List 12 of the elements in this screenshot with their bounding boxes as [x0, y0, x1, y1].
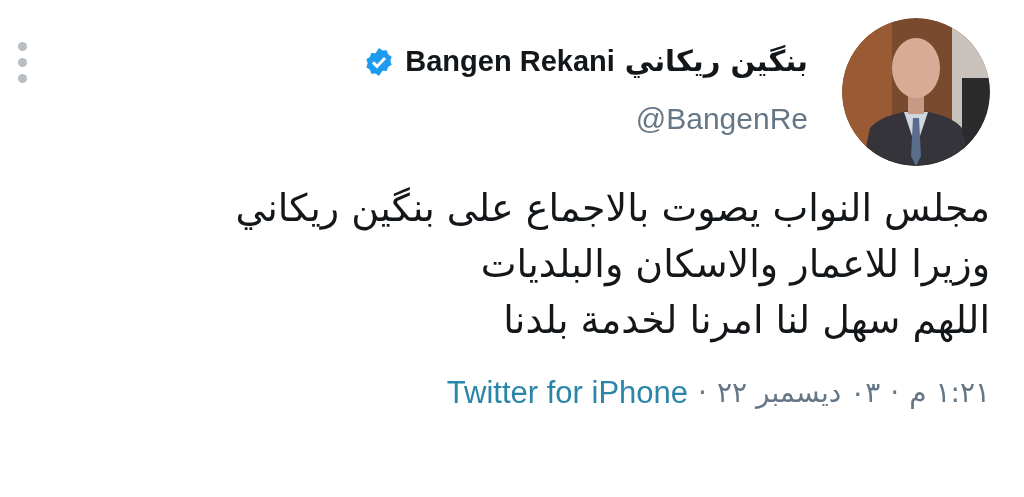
tweet-text: اللهم سهل لنا امرنا لخدمة بلدنا — [502, 297, 990, 345]
separator-dot: · — [698, 375, 707, 412]
tweet-time: ١:٢١ م — [909, 375, 990, 412]
tweet-text: وزيرا للاعمار والاسكان والبلديات — [479, 241, 990, 289]
source-link[interactable]: Twitter for iPhone — [446, 370, 689, 417]
author-name-latin: Bangen Rekani — [405, 44, 615, 80]
more-icon[interactable] — [18, 42, 27, 83]
tweet-text: مجلس النواب يصوت بالاجماع على بنگين ريكاني — [234, 185, 990, 233]
author-name: بنگين ريكاني — [624, 43, 808, 81]
tweet-date: ٠٣ ديسمبر ٢٢ — [717, 375, 881, 412]
author-handle: @BangenRe — [634, 101, 808, 137]
separator-dot: · — [890, 375, 900, 412]
